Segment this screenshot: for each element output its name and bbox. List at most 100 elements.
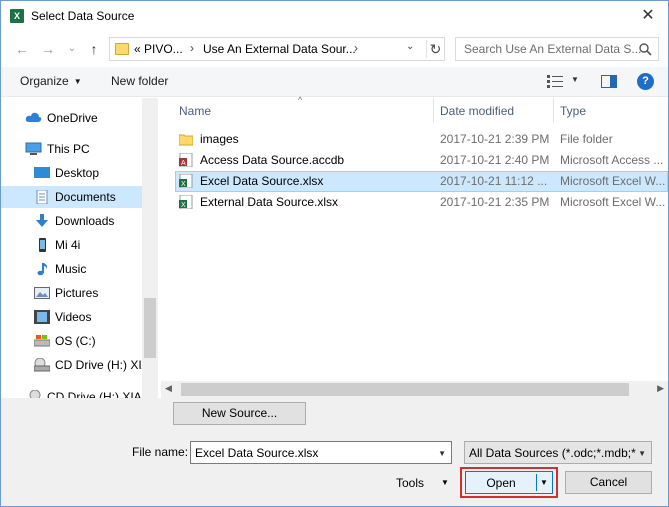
nav-item-music[interactable]: Music [1,258,142,280]
select-data-source-dialog: X Select Data Source ✕ ← → ⌄ ↑ « PIVO...… [0,0,669,507]
title-bar: X Select Data Source ✕ [1,1,668,32]
excel-icon: X [10,9,24,23]
new-source-button[interactable]: New Source... [173,402,306,425]
organize-label: Organize [20,74,69,88]
scrollbar-thumb[interactable] [144,298,156,358]
access-file-icon: A [179,153,193,167]
music-icon [37,263,48,276]
file-date: 2017-10-21 2:40 PM [440,153,550,167]
pictures-icon [34,287,50,299]
navigation-pane[interactable]: OneDrive This PC Desktop Documents Downl… [1,98,158,398]
chevron-down-icon[interactable]: ▼ [438,449,446,458]
file-type-filter[interactable]: All Data Sources (*.odc;*.mdb;* ▼ [464,441,652,464]
file-type: File folder [560,132,613,146]
nav-item-this-pc[interactable]: This PC [1,138,142,160]
up-button[interactable]: ↑ [85,40,103,58]
caret-down-icon[interactable]: ▼ [571,75,579,84]
nav-item-pictures[interactable]: Pictures [1,282,142,304]
scroll-right-icon[interactable]: ▶ [657,383,664,394]
file-row[interactable]: X External Data Source.xlsx 2017-10-21 2… [175,192,668,213]
svg-text:A: A [181,160,186,167]
nav-item-cd-drive-expanded[interactable]: CD Drive (H:) XIA [1,386,142,398]
forward-button[interactable]: → [39,40,57,58]
column-divider[interactable] [553,98,554,123]
open-button[interactable]: Open ▼ [465,471,553,494]
file-name: images [200,132,239,146]
cancel-button[interactable]: Cancel [565,471,652,494]
nav-item-desktop[interactable]: Desktop [1,162,142,184]
recent-locations-button[interactable]: ⌄ [63,40,81,58]
file-name: Access Data Source.accdb [200,153,345,167]
desktop-icon [34,167,50,178]
open-options-dropdown-icon[interactable]: ▼ [540,478,548,487]
chevron-right-icon[interactable]: › [354,41,358,55]
file-list: ^ Name Date modified Type images 2017-10… [161,95,668,384]
drive-icon [34,335,50,347]
file-date: 2017-10-21 2:39 PM [440,132,550,146]
chevron-down-icon[interactable]: ▼ [638,449,646,458]
file-type: Microsoft Access ... [560,153,664,167]
tools-menu[interactable]: Tools [396,476,424,490]
file-row[interactable]: A Access Data Source.accdb 2017-10-21 2:… [175,150,668,171]
videos-icon [34,310,50,324]
file-row-selected[interactable]: X Excel Data Source.xlsx 2017-10-21 11:1… [175,171,668,192]
horizontal-scrollbar[interactable]: ◀ ▶ [161,381,668,398]
folder-icon [115,43,129,55]
view-options-icon[interactable] [547,75,563,88]
nav-item-label: Pictures [55,286,99,300]
nav-item-documents[interactable]: Documents [1,186,142,208]
nav-item-downloads[interactable]: Downloads [1,210,142,232]
search-icon [639,43,652,56]
nav-item-os-c[interactable]: OS (C:) [1,330,142,352]
refresh-icon[interactable]: ↻ [426,40,444,58]
nav-item-label: Mi 4i [55,238,81,252]
cloud-icon [25,112,42,122]
chevron-right-icon[interactable]: › [190,41,194,55]
nav-item-label: OneDrive [47,111,98,125]
file-name-value[interactable]: Excel Data Source.xlsx [195,446,318,460]
scrollbar-thumb[interactable] [181,383,629,396]
preview-pane-icon[interactable] [601,75,617,88]
computer-icon [25,142,42,155]
file-name-field[interactable]: Excel Data Source.xlsx ▼ [190,441,452,464]
navigation-scrollbar[interactable] [142,98,158,398]
file-name: Excel Data Source.xlsx [200,174,324,188]
search-box[interactable]: Search Use An External Data S... [455,37,659,61]
breadcrumb-pivot[interactable]: « PIVO... [134,42,183,56]
dialog-footer: New Source... File name: Excel Data Sour… [1,398,668,506]
file-row[interactable]: images 2017-10-21 2:39 PM File folder [175,129,668,150]
address-bar[interactable]: « PIVO... › Use An External Data Sour...… [109,37,445,61]
nav-item-label: CD Drive (H:) XIA [47,390,142,398]
column-header-name[interactable]: Name [179,104,211,118]
scroll-left-icon[interactable]: ◀ [165,383,172,394]
cd-drive-icon [34,358,50,372]
nav-item-videos[interactable]: Videos [1,306,142,328]
nav-item-label: CD Drive (H:) XIA [55,358,150,372]
chevron-down-icon[interactable]: ⌄ [406,41,414,52]
nav-item-label: Videos [55,310,92,324]
nav-item-label: This PC [47,142,90,156]
column-header-type[interactable]: Type [560,104,586,118]
nav-item-mi-4i[interactable]: Mi 4i [1,234,142,256]
file-date: 2017-10-21 11:12 ... [440,174,548,188]
new-folder-button[interactable]: New folder [111,74,168,88]
close-button[interactable]: ✕ [638,7,658,25]
excel-file-icon: X [179,174,193,188]
nav-item-label: OS (C:) [55,334,96,348]
folder-icon [179,134,193,146]
nav-item-onedrive[interactable]: OneDrive [1,107,142,129]
caret-down-icon[interactable]: ▼ [441,478,449,487]
file-type: Microsoft Excel W... [560,195,666,209]
caret-down-icon: ▼ [73,77,82,86]
column-divider[interactable] [433,98,434,123]
organize-menu[interactable]: Organize ▼ [20,74,82,88]
breadcrumb-current-folder[interactable]: Use An External Data Sour... [203,42,356,56]
svg-text:X: X [181,202,186,209]
back-button[interactable]: ← [13,40,31,58]
search-input[interactable]: Search Use An External Data S... [464,42,641,56]
help-icon[interactable]: ? [637,73,654,90]
nav-item-cd-drive[interactable]: CD Drive (H:) XIA [1,354,150,376]
column-header-date-modified[interactable]: Date modified [440,104,514,118]
nav-item-label: Downloads [55,214,115,228]
file-date: 2017-10-21 2:35 PM [440,195,550,209]
